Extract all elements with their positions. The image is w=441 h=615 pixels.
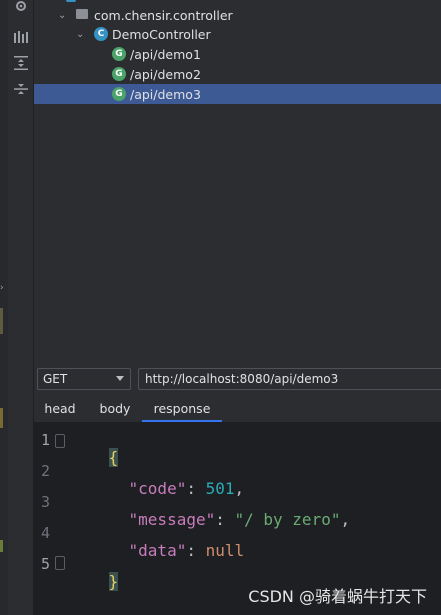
- tab-response[interactable]: response: [142, 396, 222, 422]
- tab-head[interactable]: head: [42, 396, 78, 420]
- line-gutter: 1 2 3 4 5: [34, 423, 66, 615]
- get-method-icon: G: [112, 67, 126, 81]
- endpoint-tree: ⌄ com.chensir.controller ⌄ C DemoControl…: [34, 0, 441, 365]
- package-label: com.chensir.controller: [94, 7, 233, 23]
- root-node-icon: [66, 0, 76, 2]
- tree-item-package[interactable]: ⌄ com.chensir.controller: [34, 5, 441, 25]
- get-method-icon: G: [112, 47, 126, 61]
- class-icon: C: [94, 27, 108, 41]
- code-line: }: [70, 553, 119, 610]
- fold-marker-icon[interactable]: [55, 556, 65, 570]
- get-method-icon: G: [112, 87, 126, 101]
- url-input[interactable]: http://localhost:8080/api/demo3: [138, 368, 441, 390]
- class-label: DemoController: [112, 26, 211, 42]
- gutter-marker: [0, 408, 3, 428]
- dropdown-arrow-icon: [116, 376, 124, 381]
- line-number: 3: [40, 493, 50, 511]
- close-brace: }: [108, 572, 119, 591]
- tree-item-class[interactable]: ⌄ C DemoController: [34, 24, 441, 44]
- http-method-value: GET: [43, 372, 68, 386]
- package-folder-icon: [76, 9, 88, 19]
- http-method-select[interactable]: GET: [37, 368, 131, 390]
- collapse-all-icon[interactable]: [11, 79, 30, 98]
- left-edge-strip: ›: [0, 0, 8, 615]
- line-number: 4: [40, 524, 50, 542]
- tree-item-endpoint-selected[interactable]: G /api/demo3: [34, 84, 441, 104]
- json-key: "data": [128, 541, 187, 560]
- gutter-marker: [0, 540, 3, 552]
- request-tabs: head body response: [34, 396, 441, 423]
- json-value: null: [205, 541, 245, 560]
- endpoint-label: /api/demo3: [130, 86, 201, 102]
- line-number: 5: [40, 555, 50, 573]
- watermark: CSDN @骑着蜗牛打天下: [248, 587, 427, 606]
- line-number: 1: [40, 431, 50, 449]
- url-value: http://localhost:8080/api/demo3: [145, 372, 339, 386]
- json-value: "/ by zero": [234, 510, 341, 529]
- side-toolbar: [8, 0, 34, 615]
- settings-icon[interactable]: [11, 0, 30, 15]
- expand-all-icon[interactable]: [11, 53, 30, 72]
- json-comma: ,: [340, 510, 351, 529]
- json-colon: :: [186, 541, 206, 560]
- collapse-arrow-icon[interactable]: ›: [0, 283, 4, 293]
- request-bar: GET http://localhost:8080/api/demo3: [34, 365, 441, 395]
- bars-icon[interactable]: [11, 27, 30, 46]
- tree-item-endpoint[interactable]: G /api/demo2: [34, 64, 441, 84]
- endpoint-label: /api/demo2: [130, 66, 201, 82]
- chevron-down-icon[interactable]: ⌄: [76, 29, 84, 40]
- tab-body[interactable]: body: [96, 396, 134, 420]
- line-number: 2: [40, 462, 50, 480]
- gutter-marker: [0, 308, 3, 334]
- fold-marker-icon[interactable]: [55, 434, 65, 448]
- tree-item-endpoint[interactable]: G /api/demo1: [34, 44, 441, 64]
- chevron-down-icon[interactable]: ⌄: [58, 10, 66, 21]
- endpoint-label: /api/demo1: [130, 46, 201, 62]
